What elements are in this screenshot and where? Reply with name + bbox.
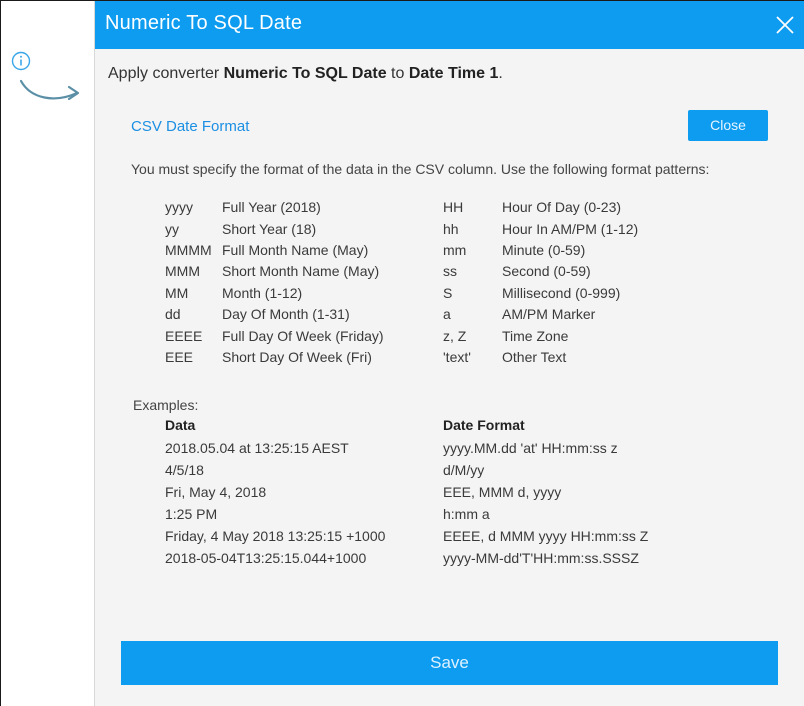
target-field-name: Date Time 1: [408, 65, 499, 82]
info-icon: [11, 51, 31, 71]
examples-data-header: Data: [165, 417, 196, 433]
pattern-description: Day Of Month (1-31): [222, 306, 350, 322]
pattern-code: yy: [165, 221, 179, 237]
pattern-code: dd: [165, 306, 181, 322]
pattern-code: hh: [443, 221, 459, 237]
example-format: yyyy-MM-dd'T'HH:mm:ss.SSSZ: [443, 550, 639, 566]
apply-converter-text: Apply converter Numeric To SQL Date to D…: [108, 65, 503, 82]
pattern-code: z, Z: [443, 328, 467, 344]
example-format: EEE, MMM d, yyyy: [443, 484, 562, 500]
pattern-code: yyyy: [165, 199, 193, 215]
screenshot-frame: Numeric To SQL Date Apply converter Nume…: [0, 0, 804, 706]
left-gutter: [1, 1, 94, 706]
pattern-description: Short Day Of Week (Fri): [222, 349, 372, 365]
pattern-code: EEEE: [165, 328, 203, 344]
pattern-code: 'text': [443, 349, 471, 365]
example-data: 2018-05-04T13:25:15.044+1000: [165, 550, 367, 566]
pattern-code: MM: [165, 285, 189, 301]
pattern-code: EEE: [165, 349, 194, 365]
example-format: d/M/yy: [443, 462, 485, 478]
pattern-description: Month (1-12): [222, 285, 303, 301]
example-data: Fri, May 4, 2018: [165, 484, 267, 500]
pattern-description: Minute (0-59): [502, 242, 586, 258]
example-format: EEEE, d MMM yyyy HH:mm:ss Z: [443, 528, 649, 544]
pattern-code: HH: [443, 199, 464, 215]
pattern-description: Short Month Name (May): [222, 263, 380, 279]
example-data: 2018.05.04 at 13:25:15 AEST: [165, 440, 349, 456]
pattern-code: a: [443, 306, 451, 322]
curved-arrow-icon: [19, 79, 80, 101]
save-button[interactable]: Save: [121, 641, 778, 685]
dialog-title-bar: Numeric To SQL Date: [95, 1, 804, 49]
example-data: 1:25 PM: [165, 506, 218, 522]
csv-date-format-title: CSV Date Format: [131, 118, 250, 135]
example-data: Friday, 4 May 2018 13:25:15 +1000: [165, 528, 386, 544]
examples-label: Examples:: [133, 397, 199, 413]
pattern-description: Other Text: [502, 349, 567, 365]
example-data: 4/5/18: [165, 462, 204, 478]
converter-name: Numeric To SQL Date: [223, 65, 387, 82]
pattern-description: Hour In AM/PM (1-12): [502, 221, 639, 237]
pattern-description: Full Day Of Week (Friday): [222, 328, 384, 344]
pattern-description: Short Year (18): [222, 221, 317, 237]
close-button[interactable]: Close: [688, 110, 768, 141]
converter-dialog: Numeric To SQL Date Apply converter Nume…: [94, 1, 804, 706]
close-icon[interactable]: [773, 13, 797, 37]
example-format: yyyy.MM.dd 'at' HH:mm:ss z: [443, 440, 618, 456]
pattern-code: ss: [443, 263, 457, 279]
pattern-code: MMMM: [165, 242, 212, 258]
dialog-title: Numeric To SQL Date: [105, 12, 303, 34]
pattern-description: Second (0-59): [502, 263, 591, 279]
pattern-description: Hour Of Day (0-23): [502, 199, 622, 215]
pattern-code: MMM: [165, 263, 200, 279]
pattern-description: Full Year (2018): [222, 199, 321, 215]
format-description: You must specify the format of the data …: [131, 161, 710, 177]
pattern-code: mm: [443, 242, 467, 258]
pattern-description: Full Month Name (May): [222, 242, 369, 258]
pattern-description: Time Zone: [502, 328, 569, 344]
examples-format-header: Date Format: [443, 417, 525, 433]
example-format: h:mm a: [443, 506, 490, 522]
pattern-description: Millisecond (0-999): [502, 285, 621, 301]
pattern-code: S: [443, 285, 453, 301]
pattern-description: AM/PM Marker: [502, 306, 596, 322]
